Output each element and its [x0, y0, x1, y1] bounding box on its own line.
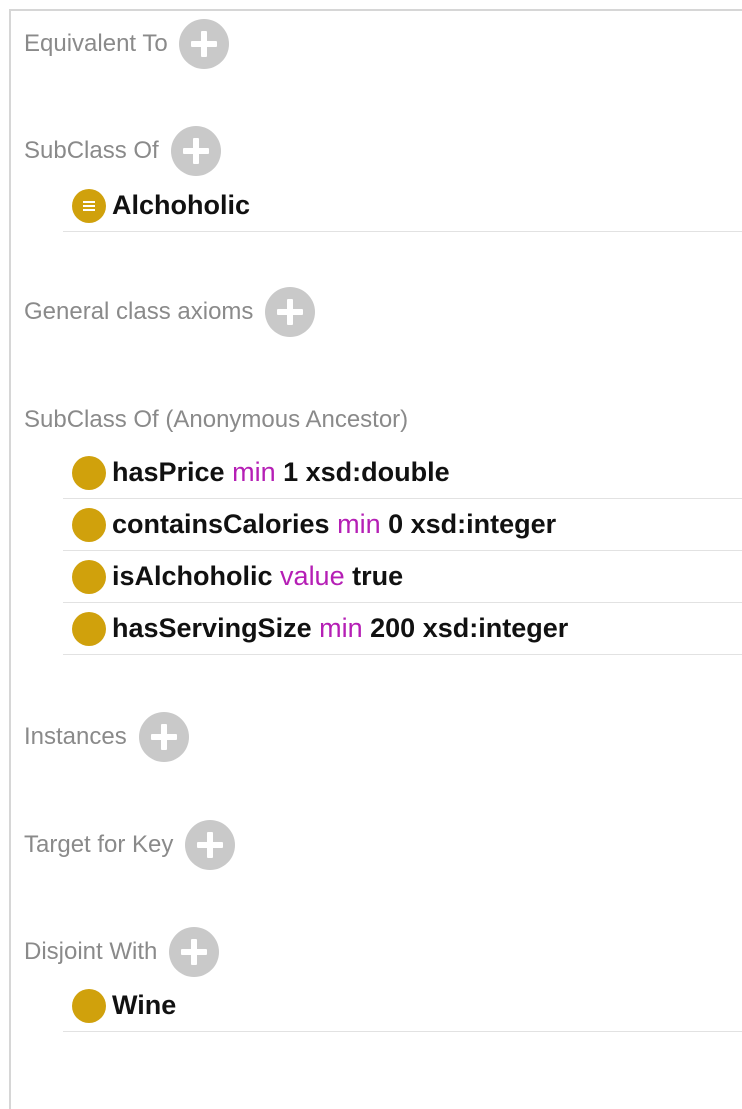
restriction-value: 0 xsd:integer [388, 509, 557, 539]
section-target-for-key: Target for Key [24, 820, 236, 870]
restriction-text: containsCalories min 0 xsd:integer [112, 509, 556, 540]
class-name: Alchoholic [112, 190, 251, 220]
add-target-for-key-button[interactable] [185, 820, 236, 870]
restriction-keyword: min [319, 613, 363, 643]
restriction-row[interactable]: containsCalories min 0 xsd:integer [63, 499, 742, 551]
property-name: containsCalories [112, 509, 330, 539]
restriction-keyword: min [337, 509, 381, 539]
restriction-text: hasPrice min 1 xsd:double [112, 457, 450, 488]
section-disjoint-with: Disjoint With [24, 927, 220, 977]
restriction-keyword: min [232, 457, 276, 487]
section-label-instances: Instances [24, 723, 127, 750]
subclass-of-item[interactable]: Alchoholic [63, 180, 742, 232]
class-circle-icon [72, 455, 106, 490]
property-name: isAlchoholic [112, 561, 273, 591]
add-subclass-of-button[interactable] [170, 126, 221, 176]
section-label-subclass-of-anonymous: SubClass Of (Anonymous Ancestor) [24, 406, 409, 433]
section-subclass-of: SubClass Of [24, 126, 221, 176]
add-disjoint-with-button[interactable] [169, 927, 220, 977]
section-subclass-of-anonymous: SubClass Of (Anonymous Ancestor) [24, 395, 408, 445]
disjoint-with-item[interactable]: Wine [63, 980, 742, 1032]
add-general-class-axiom-button[interactable] [265, 287, 316, 337]
add-equivalent-to-button[interactable] [178, 19, 229, 69]
class-circle-icon [72, 507, 106, 542]
restriction-value: true [352, 561, 404, 591]
section-label-equivalent-to: Equivalent To [24, 30, 168, 57]
restriction-value: 1 xsd:double [283, 457, 450, 487]
equivalent-class-icon [72, 188, 106, 223]
property-name: hasPrice [112, 457, 225, 487]
section-label-subclass-of: SubClass Of [24, 137, 159, 164]
restriction-keyword: value [280, 561, 345, 591]
section-equivalent-to: Equivalent To [24, 19, 229, 69]
class-circle-icon [72, 559, 106, 594]
restriction-text: hasServingSize min 200 xsd:integer [112, 613, 568, 644]
section-instances: Instances [24, 712, 189, 762]
section-general-class-axioms: General class axioms [24, 287, 316, 337]
section-label-target-for-key: Target for Key [24, 831, 174, 858]
restriction-row[interactable]: isAlchoholic value true [63, 551, 742, 603]
class-circle-icon [72, 611, 106, 646]
property-name: hasServingSize [112, 613, 312, 643]
restriction-text: isAlchoholic value true [112, 561, 403, 592]
add-instance-button[interactable] [138, 712, 189, 762]
restriction-row[interactable]: hasServingSize min 200 xsd:integer [63, 603, 742, 655]
class-name: Wine [112, 990, 177, 1020]
restriction-row[interactable]: hasPrice min 1 xsd:double [63, 447, 742, 499]
section-label-general-class-axioms: General class axioms [24, 298, 254, 325]
restriction-value: 200 xsd:integer [370, 613, 569, 643]
section-label-disjoint-with: Disjoint With [24, 938, 158, 965]
class-circle-icon [72, 988, 106, 1023]
